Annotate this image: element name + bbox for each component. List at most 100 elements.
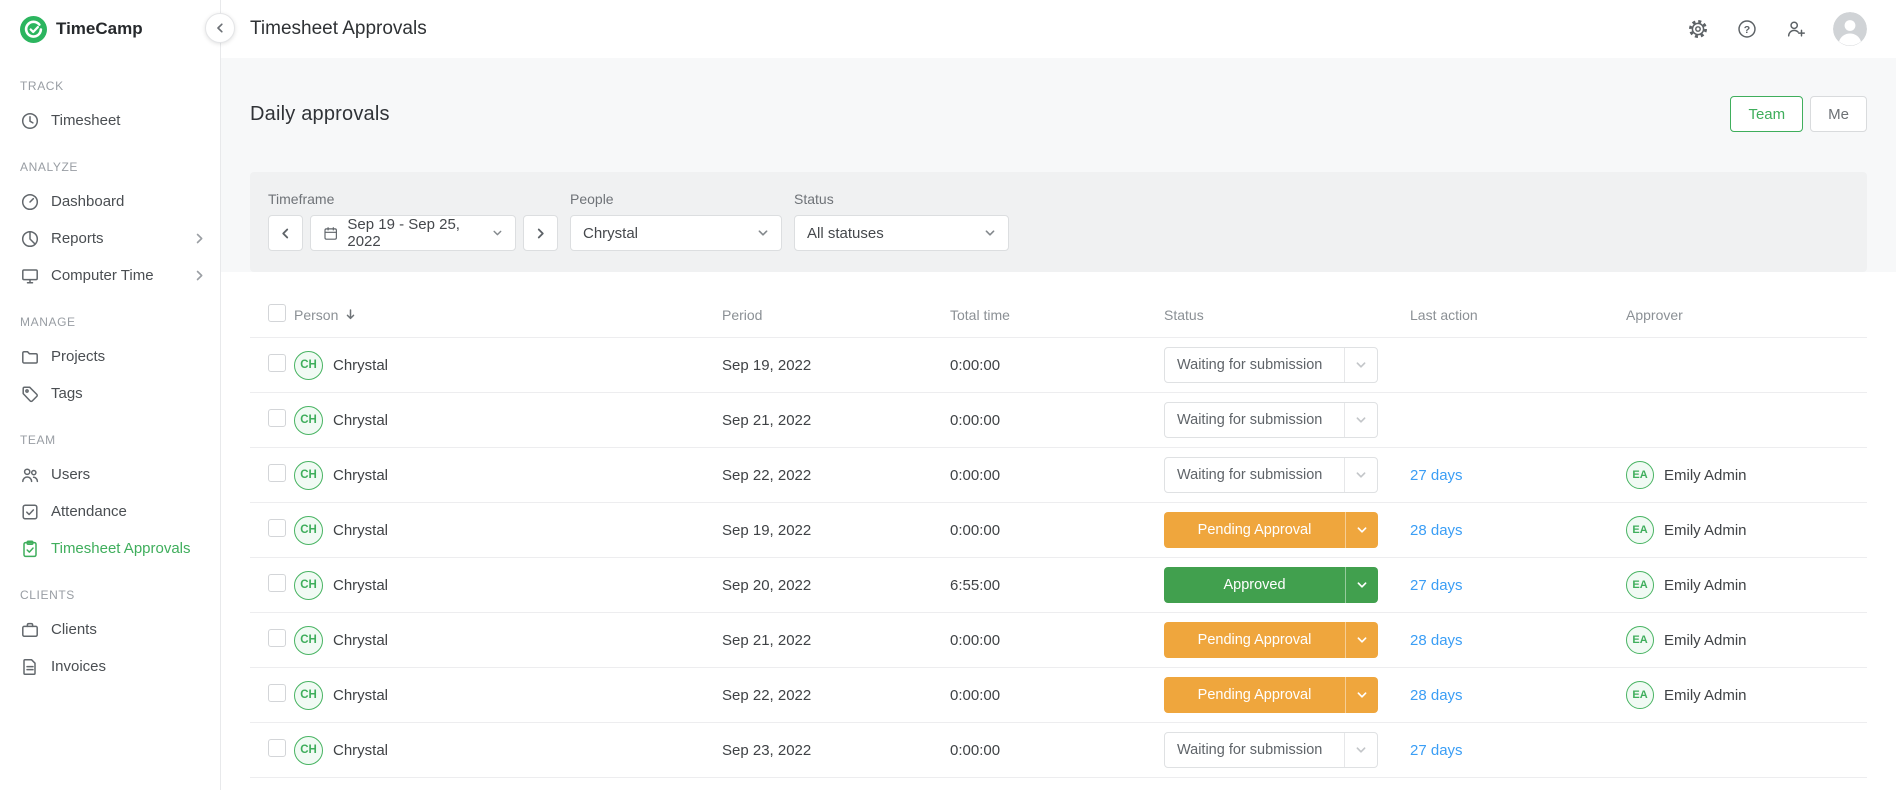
- sidebar-item-clients[interactable]: Clients: [0, 611, 220, 648]
- settings-gear-icon[interactable]: [1686, 17, 1710, 41]
- sidebar-item-projects[interactable]: Projects: [0, 338, 220, 375]
- status-label: Approved: [1223, 577, 1286, 593]
- table-row: CH Chrystal Sep 23, 2022 0:00:00 Waiting for…: [250, 723, 1867, 778]
- user-avatar[interactable]: [1833, 12, 1867, 46]
- approvals-table: Person Period Total time Status Last action A…: [221, 272, 1896, 790]
- status-dropdown[interactable]: Pending Approval: [1164, 622, 1378, 658]
- column-header-total-time[interactable]: Total time: [950, 307, 1164, 323]
- person-avatar: CH: [294, 735, 323, 765]
- approvals-icon: [20, 539, 40, 559]
- chevron-down-icon[interactable]: [1344, 733, 1377, 767]
- toggle-me-button[interactable]: Me: [1810, 96, 1867, 132]
- chevron-down-icon[interactable]: [1345, 677, 1378, 713]
- toggle-team-button[interactable]: Team: [1730, 96, 1804, 132]
- row-checkbox[interactable]: [268, 519, 286, 537]
- next-period-button[interactable]: [523, 215, 558, 251]
- status-dropdown[interactable]: Waiting for submission: [1164, 347, 1378, 383]
- status-dropdown[interactable]: Waiting for submission: [1164, 457, 1378, 493]
- sidebar-item-computer-time[interactable]: Computer Time: [0, 257, 220, 294]
- sidebar-item-users[interactable]: Users: [0, 456, 220, 493]
- last-action-link[interactable]: 27 days: [1410, 467, 1463, 484]
- last-action-link[interactable]: 28 days: [1410, 522, 1463, 539]
- sidebar-section-label: TEAM: [20, 433, 56, 447]
- status-label: Waiting for submission: [1177, 357, 1323, 373]
- person-avatar: CH: [294, 405, 323, 435]
- chevron-down-icon[interactable]: [1344, 458, 1377, 492]
- filter-bar: Timeframe Sep 19 - Sep 25, 2022 People C…: [250, 172, 1867, 272]
- row-checkbox[interactable]: [268, 684, 286, 702]
- help-icon[interactable]: ?: [1735, 17, 1759, 41]
- period-cell: Sep 23, 2022: [722, 741, 812, 759]
- status-label: Pending Approval: [1197, 632, 1312, 648]
- row-checkbox[interactable]: [268, 464, 286, 482]
- chevron-down-icon: [492, 227, 503, 239]
- column-header-label: Person: [294, 306, 339, 323]
- people-label: People: [570, 191, 614, 207]
- row-checkbox[interactable]: [268, 574, 286, 592]
- column-header-person[interactable]: Person: [294, 307, 722, 323]
- last-action-cell: 27 days: [1410, 742, 1626, 759]
- prev-period-button[interactable]: [268, 215, 303, 251]
- date-range-select[interactable]: Sep 19 - Sep 25, 2022: [310, 215, 516, 251]
- column-header-status[interactable]: Status: [1164, 307, 1410, 323]
- sidebar-item-label: Users: [51, 466, 91, 483]
- status-dropdown[interactable]: Approved: [1164, 567, 1378, 603]
- status-select-filter[interactable]: All statuses: [794, 215, 1009, 251]
- status-dropdown[interactable]: Pending Approval: [1164, 512, 1378, 548]
- status-dropdown[interactable]: Waiting for submission: [1164, 402, 1378, 438]
- select-all-checkbox[interactable]: [268, 304, 286, 322]
- invite-user-icon[interactable]: [1784, 17, 1808, 41]
- reports-icon: [20, 229, 40, 249]
- table-row: CH Chrystal Sep 22, 2022 0:00:00 Pending App…: [250, 668, 1867, 723]
- chevron-down-icon[interactable]: [1345, 622, 1378, 658]
- app-window: TimeCamp TRACK Timesheet ANALYZE Dashboard R…: [0, 0, 1896, 790]
- app-logo[interactable]: TimeCamp: [0, 0, 220, 58]
- table-row: CH Chrystal Sep 19, 2022 0:00:00 Waiting for…: [250, 338, 1867, 393]
- chevron-down-icon[interactable]: [1345, 512, 1378, 548]
- column-header-period[interactable]: Period: [722, 307, 950, 323]
- approver-avatar: EA: [1626, 571, 1654, 599]
- chevron-down-icon[interactable]: [1344, 403, 1377, 437]
- row-checkbox[interactable]: [268, 354, 286, 372]
- computer-icon: [20, 266, 40, 286]
- status-cell: Waiting for submission: [1164, 457, 1410, 493]
- column-header-last-action[interactable]: Last action: [1410, 307, 1626, 323]
- sidebar-item-timesheet-approvals[interactable]: Timesheet Approvals: [0, 530, 220, 567]
- chevron-right-icon: [193, 269, 206, 282]
- last-action-link[interactable]: 27 days: [1410, 577, 1463, 594]
- sidebar-item-label: Projects: [51, 348, 106, 365]
- sidebar-item-timesheet[interactable]: Timesheet: [0, 102, 220, 139]
- row-checkbox[interactable]: [268, 409, 286, 427]
- row-checkbox-cell: [268, 464, 294, 486]
- people-select[interactable]: Chrystal: [570, 215, 782, 251]
- chevron-down-icon[interactable]: [1344, 348, 1377, 382]
- row-checkbox[interactable]: [268, 739, 286, 757]
- row-checkbox[interactable]: [268, 629, 286, 647]
- chevron-down-icon[interactable]: [1345, 567, 1378, 603]
- sidebar-item-dashboard[interactable]: Dashboard: [0, 183, 220, 220]
- approver-name: Emily Admin: [1664, 686, 1747, 704]
- column-header-approver[interactable]: Approver: [1626, 307, 1849, 323]
- sidebar-collapse-button[interactable]: [205, 13, 235, 43]
- approver-avatar: EA: [1626, 626, 1654, 654]
- status-label: Pending Approval: [1197, 687, 1312, 703]
- last-action-link[interactable]: 28 days: [1410, 687, 1463, 704]
- status-filter: Status All statuses: [794, 191, 1009, 251]
- person-cell: CH Chrystal: [294, 515, 722, 545]
- total-time-cell: 6:55:00: [950, 576, 1001, 594]
- approver-name: Emily Admin: [1664, 631, 1747, 649]
- sidebar-item-invoices[interactable]: Invoices: [0, 648, 220, 685]
- sidebar-item-reports[interactable]: Reports: [0, 220, 220, 257]
- status-dropdown[interactable]: Waiting for submission: [1164, 732, 1378, 768]
- sidebar-item-attendance[interactable]: Attendance: [0, 493, 220, 530]
- sort-descending-icon[interactable]: [344, 308, 357, 321]
- sidebar-section-label: CLIENTS: [20, 588, 75, 602]
- last-action-link[interactable]: 27 days: [1410, 742, 1463, 759]
- sidebar-section-label: ANALYZE: [20, 160, 78, 174]
- period-cell: Sep 22, 2022: [722, 686, 812, 704]
- attendance-icon: [20, 502, 40, 522]
- status-label: Pending Approval: [1197, 522, 1312, 538]
- last-action-link[interactable]: 28 days: [1410, 632, 1463, 649]
- sidebar-item-tags[interactable]: Tags: [0, 375, 220, 412]
- status-dropdown[interactable]: Pending Approval: [1164, 677, 1378, 713]
